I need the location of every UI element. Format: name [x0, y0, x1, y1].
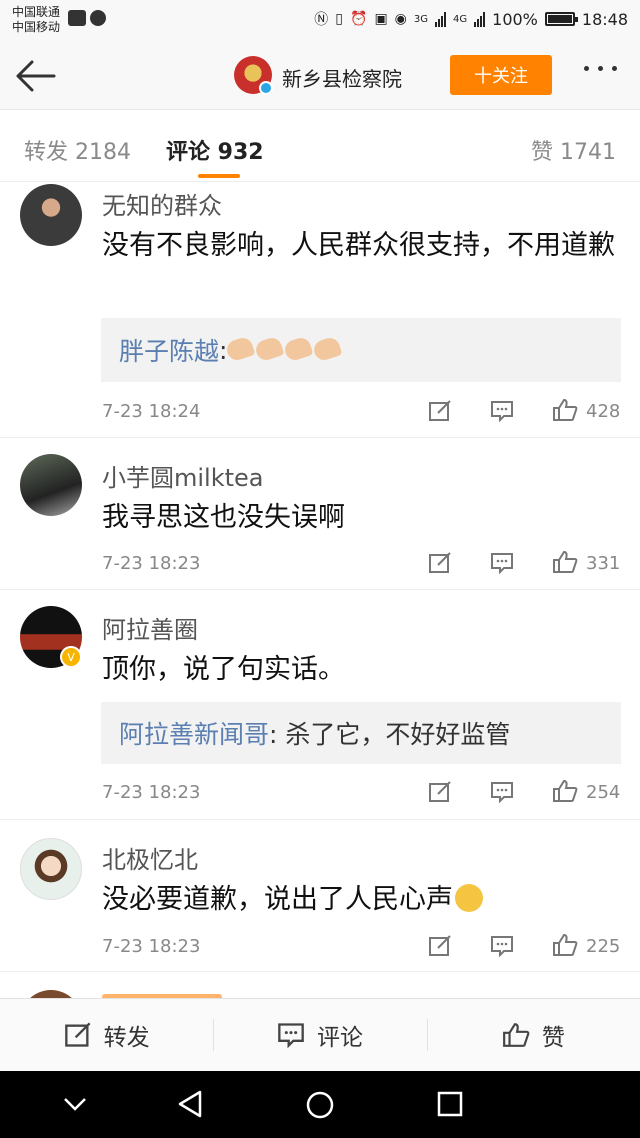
comment-item: 小芋圆milktea 我寻思这也没失误啊 7-23 18:23 331: [0, 438, 640, 590]
comment-item: 无知的群众 没有不良影响，人民群众很支持，不用道歉 胖子陈越 : 7-23 18…: [0, 182, 640, 438]
like-count: 225: [586, 936, 621, 957]
comment-icon[interactable]: [490, 935, 514, 957]
back-triangle-icon[interactable]: [176, 1089, 204, 1119]
comment-username[interactable]: 无知的群众: [102, 186, 222, 221]
comment-icon[interactable]: [490, 400, 514, 422]
more-options-icon[interactable]: [584, 66, 617, 71]
avatar[interactable]: [20, 184, 82, 246]
vibrate-icon: ▯: [335, 11, 343, 27]
like-button[interactable]: 赞: [426, 999, 640, 1071]
reply-text: : 杀了它，不好好监管: [269, 720, 511, 749]
comment-item: V 阿拉善圈 顶你，说了句实话。 阿拉善新闻哥 : 杀了它，不好好监管 7-23…: [0, 590, 640, 820]
comment-icon: [278, 1023, 304, 1048]
comment-username[interactable]: 阿拉善圈: [102, 610, 198, 645]
bottom-toolbar: 转发 评论 赞: [0, 998, 640, 1071]
repost-icon[interactable]: [428, 400, 452, 422]
tab-bar: 转发 2184 评论 932 赞 1741: [0, 110, 640, 182]
comment-username[interactable]: 北极忆北: [102, 840, 198, 875]
comment-text: 没必要道歉，说出了人民心声: [102, 880, 622, 920]
comment-icon[interactable]: [490, 552, 514, 574]
tab-comment[interactable]: 评论 932: [166, 134, 264, 166]
tab-like[interactable]: 赞 1741: [531, 134, 616, 166]
signal-icon: [474, 11, 486, 27]
network-label-2: 4G: [453, 13, 468, 25]
like-icon[interactable]: [552, 550, 578, 574]
like-icon[interactable]: [552, 398, 578, 422]
avatar[interactable]: [20, 990, 82, 998]
like-icon[interactable]: [552, 779, 578, 803]
avatar[interactable]: [20, 454, 82, 516]
repost-icon[interactable]: [428, 935, 452, 957]
avatar[interactable]: [20, 838, 82, 900]
comment-time: 7-23 18:24: [102, 401, 201, 422]
comment-button[interactable]: 评论: [213, 999, 426, 1071]
reply-username[interactable]: 胖子陈越: [119, 332, 219, 368]
nav-bar: 新乡县检察院 十关注: [0, 42, 640, 110]
comment-item: 北极忆北 没必要道歉，说出了人民心声 7-23 18:23 225: [0, 820, 640, 972]
system-nav-bar: [0, 1071, 640, 1138]
comment-icon[interactable]: [490, 781, 514, 803]
recent-apps-icon[interactable]: [437, 1091, 463, 1117]
reply-username[interactable]: 阿拉善新闻哥: [119, 715, 269, 751]
activity-icon: [68, 10, 86, 26]
verified-badge-icon: V: [60, 646, 82, 668]
eye-icon: ◉: [394, 11, 407, 27]
repost-icon: [64, 1022, 91, 1047]
like-icon: [502, 1023, 530, 1047]
comment-text: 没有不良影响，人民群众很支持，不用道歉: [102, 230, 615, 261]
reply-box[interactable]: 胖子陈越 :: [101, 318, 621, 382]
comment-list[interactable]: 无知的群众 没有不良影响，人民群众很支持，不用道歉 胖子陈越 : 7-23 18…: [0, 182, 640, 998]
active-tab-indicator: [198, 174, 240, 178]
drooling-emoji-icon: [455, 884, 483, 912]
carrier-1: 中国联通: [12, 5, 61, 19]
verified-badge-icon: [259, 81, 273, 95]
battery-percent: 100%: [492, 9, 538, 29]
comment-item: [0, 972, 640, 998]
follow-button[interactable]: 十关注: [450, 55, 552, 95]
chevron-down-icon[interactable]: [62, 1095, 88, 1113]
like-count: 428: [586, 401, 621, 422]
carrier-info: 中国联通 中国移动: [12, 5, 60, 35]
comment-text: 我寻思这也没失误啊: [102, 502, 345, 533]
account-name[interactable]: 新乡县检察院: [282, 63, 402, 92]
status-bar: 中国联通 中国移动 Ⓝ ▯ ⏰ ▣ ◉ 3G 4G 100% 18:48: [0, 0, 640, 42]
tab-repost[interactable]: 转发 2184: [24, 134, 131, 166]
repost-label: 转发: [103, 1025, 150, 1051]
like-icon[interactable]: [552, 933, 578, 957]
comment-label: 评论: [316, 1025, 363, 1051]
like-label: 赞: [541, 1025, 565, 1051]
like-count: 331: [586, 553, 621, 574]
message-icon: [90, 10, 106, 26]
repost-button[interactable]: 转发: [0, 999, 213, 1071]
clock: 18:48: [581, 9, 628, 29]
comment-username[interactable]: 小芋圆milktea: [102, 458, 264, 493]
signal-icon: [435, 11, 447, 27]
repost-icon[interactable]: [428, 781, 452, 803]
clap-emoji-icon: [224, 334, 343, 365]
network-label-1: 3G: [413, 13, 429, 25]
repost-icon[interactable]: [428, 552, 452, 574]
reply-box[interactable]: 阿拉善新闻哥 : 杀了它，不好好监管: [101, 702, 621, 764]
like-count: 254: [586, 782, 621, 803]
comment-time: 7-23 18:23: [102, 936, 201, 957]
carrier-2: 中国移动: [12, 20, 61, 34]
battery-icon: [544, 12, 578, 26]
comment-time: 7-23 18:23: [102, 782, 201, 803]
comment-text: 顶你，说了句实话。: [102, 654, 345, 685]
comment-time: 7-23 18:23: [102, 553, 201, 574]
alarm-icon: ⏰: [350, 11, 368, 27]
back-arrow-icon[interactable]: [14, 56, 56, 96]
hd-icon: ▣: [374, 11, 388, 27]
nfc-icon: Ⓝ: [314, 12, 329, 28]
home-circle-icon[interactable]: [305, 1090, 335, 1120]
